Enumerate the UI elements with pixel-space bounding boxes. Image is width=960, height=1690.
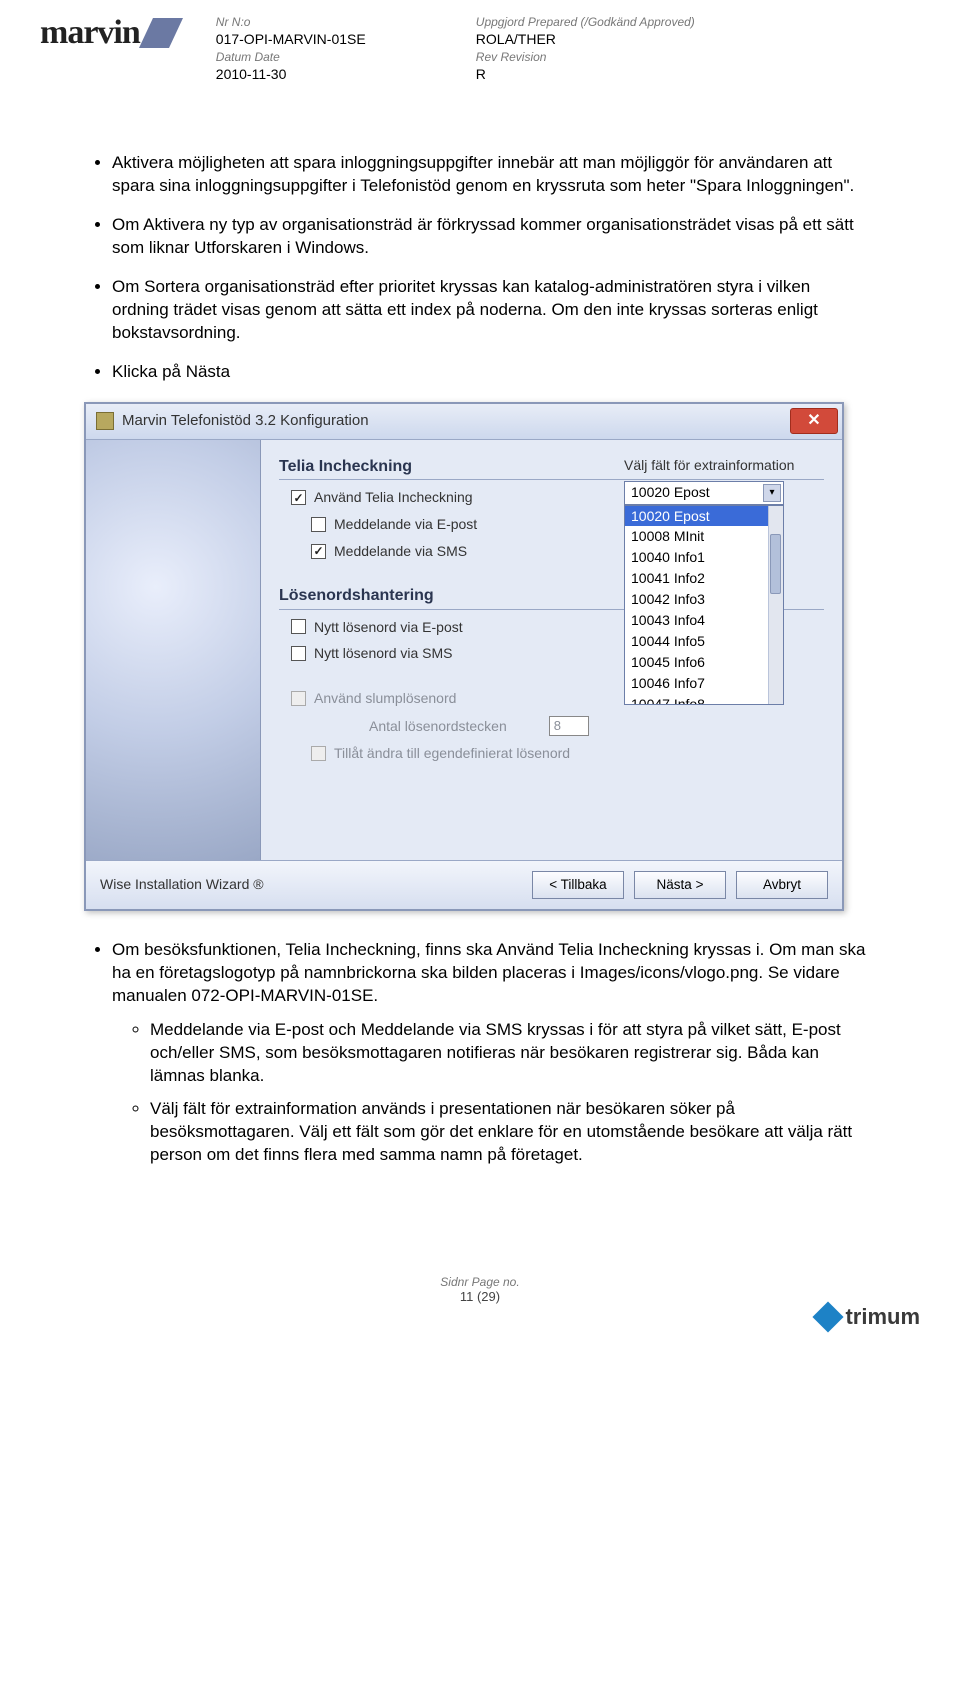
checkbox-icon bbox=[291, 691, 306, 706]
bullet-item: Om besöksfunktionen, Telia Incheckning, … bbox=[112, 939, 870, 1167]
dialog-footer: Wise Installation Wizard ® < Tillbaka Nä… bbox=[86, 860, 842, 909]
checkbox-icon bbox=[291, 490, 306, 505]
list-item[interactable]: 10045 Info6 bbox=[625, 652, 783, 673]
list-item[interactable]: 10046 Info7 bbox=[625, 673, 783, 694]
checkbox-label: Nytt lösenord via SMS bbox=[314, 644, 453, 663]
close-button[interactable]: ✕ bbox=[790, 408, 838, 434]
extra-field-combo[interactable]: 10020 Epost ▾ bbox=[624, 481, 784, 505]
top-bullet-list: Aktivera möjligheten att spara inloggnin… bbox=[90, 152, 870, 384]
page-number: Sidnr Page no. 11 (29) bbox=[0, 1275, 960, 1304]
logo-text: marvin bbox=[40, 14, 140, 52]
combo-value: 10020 Epost bbox=[631, 483, 710, 502]
rev-value: R bbox=[476, 65, 486, 84]
list-item[interactable]: 10043 Info4 bbox=[625, 610, 783, 631]
datum-label: Datum Date bbox=[216, 49, 280, 65]
rev-label: Rev Revision bbox=[476, 49, 547, 65]
checkbox-label: Meddelande via E-post bbox=[334, 515, 477, 534]
checkbox-label: Meddelande via SMS bbox=[334, 542, 467, 561]
extra-field-label: Välj fält för extrainformation bbox=[624, 456, 824, 475]
checkbox-allow-custom-pw: Tillåt ändra till egendefinierat lösenor… bbox=[311, 744, 824, 763]
header-col-left: Nr N:o 017-OPI-MARVIN-01SE Datum Date 20… bbox=[216, 14, 476, 84]
list-item[interactable]: 10047 Info8 bbox=[625, 694, 783, 705]
dialog-main: Telia Incheckning Använd Telia Incheckni… bbox=[261, 440, 842, 860]
next-button[interactable]: Nästa > bbox=[634, 871, 726, 899]
diamond-icon bbox=[813, 1302, 844, 1333]
nr-value: 017-OPI-MARVIN-01SE bbox=[216, 30, 366, 49]
list-item[interactable]: 10040 Info1 bbox=[625, 547, 783, 568]
trimum-text: trimum bbox=[845, 1304, 920, 1330]
uppgjord-value: ROLA/THER bbox=[476, 30, 556, 49]
checkbox-icon bbox=[311, 544, 326, 559]
dialog-body: Telia Incheckning Använd Telia Incheckni… bbox=[86, 440, 842, 860]
trimum-logo: trimum bbox=[817, 1304, 920, 1330]
checkbox-label: Nytt lösenord via E-post bbox=[314, 618, 463, 637]
chevron-down-icon: ▾ bbox=[763, 484, 781, 502]
pw-length-value: 8 bbox=[549, 716, 589, 736]
list-item[interactable]: 10008 MInit bbox=[625, 526, 783, 547]
header-col-right: Uppgjord Prepared (/Godkänd Approved) RO… bbox=[476, 14, 736, 84]
bullet-item: Om Aktivera ny typ av organisationsträd … bbox=[112, 214, 870, 260]
bullet-item: Klicka på Nästa bbox=[112, 361, 870, 384]
logo-slash-icon bbox=[139, 18, 183, 48]
dialog-titlebar: Marvin Telefonistöd 3.2 Konfiguration ✕ bbox=[86, 404, 842, 440]
dialog-title: Marvin Telefonistöd 3.2 Konfiguration bbox=[122, 411, 369, 431]
pw-length-label: Antal lösenordstecken bbox=[369, 717, 507, 736]
dialog-sidebar-image bbox=[86, 440, 261, 860]
checkbox-icon bbox=[311, 517, 326, 532]
checkbox-icon bbox=[291, 619, 306, 634]
extra-field-listbox[interactable]: 10020 Epost 10008 MInit 10040 Info1 1004… bbox=[624, 505, 784, 705]
checkbox-label: Tillåt ändra till egendefinierat lösenor… bbox=[334, 744, 570, 763]
bottom-bullet-list: Om besöksfunktionen, Telia Incheckning, … bbox=[90, 939, 870, 1167]
checkbox-icon bbox=[291, 646, 306, 661]
sub-bullet-item: Meddelande via E-post och Meddelande via… bbox=[150, 1019, 870, 1088]
list-item[interactable]: 10020 Epost bbox=[625, 506, 783, 527]
scrollbar-thumb[interactable] bbox=[770, 534, 781, 594]
bullet-item: Om Sortera organisationsträd efter prior… bbox=[112, 276, 870, 345]
cancel-button[interactable]: Avbryt bbox=[736, 871, 828, 899]
pw-length-row: Antal lösenordstecken 8 bbox=[369, 716, 824, 736]
list-item[interactable]: 10041 Info2 bbox=[625, 568, 783, 589]
document-footer: Sidnr Page no. 11 (29) trimum bbox=[0, 1275, 960, 1335]
document-body: Aktivera möjligheten att spara inloggnin… bbox=[0, 92, 960, 1195]
uppgjord-label: Uppgjord Prepared (/Godkänd Approved) bbox=[476, 14, 695, 30]
checkbox-label: Använd slumplösenord bbox=[314, 689, 456, 708]
config-dialog: Marvin Telefonistöd 3.2 Konfiguration ✕ … bbox=[84, 402, 844, 911]
bullet-text: Om besöksfunktionen, Telia Incheckning, … bbox=[112, 940, 865, 1005]
checkbox-icon bbox=[311, 746, 326, 761]
sub-bullet-item: Välj fält för extrainformation används i… bbox=[150, 1098, 870, 1167]
nr-label: Nr N:o bbox=[216, 14, 251, 30]
document-header: marvin Nr N:o 017-OPI-MARVIN-01SE Datum … bbox=[0, 0, 960, 92]
scrollbar[interactable] bbox=[768, 506, 783, 704]
wizard-brand: Wise Installation Wizard ® bbox=[100, 875, 264, 894]
dialog-buttons: < Tillbaka Nästa > Avbryt bbox=[532, 871, 828, 899]
dialog-app-icon bbox=[96, 412, 114, 430]
marvin-logo: marvin bbox=[40, 14, 176, 52]
checkbox-label: Använd Telia Incheckning bbox=[314, 488, 473, 507]
back-button[interactable]: < Tillbaka bbox=[532, 871, 624, 899]
bullet-item: Aktivera möjligheten att spara inloggnin… bbox=[112, 152, 870, 198]
sub-bullet-list: Meddelande via E-post och Meddelande via… bbox=[112, 1019, 870, 1167]
extra-info-column: Välj fält för extrainformation 10020 Epo… bbox=[624, 454, 824, 705]
list-item[interactable]: 10042 Info3 bbox=[625, 589, 783, 610]
page-value: 11 (29) bbox=[460, 1289, 500, 1304]
list-item[interactable]: 10044 Info5 bbox=[625, 631, 783, 652]
datum-value: 2010-11-30 bbox=[216, 65, 287, 84]
page-label: Sidnr Page no. bbox=[0, 1275, 960, 1289]
